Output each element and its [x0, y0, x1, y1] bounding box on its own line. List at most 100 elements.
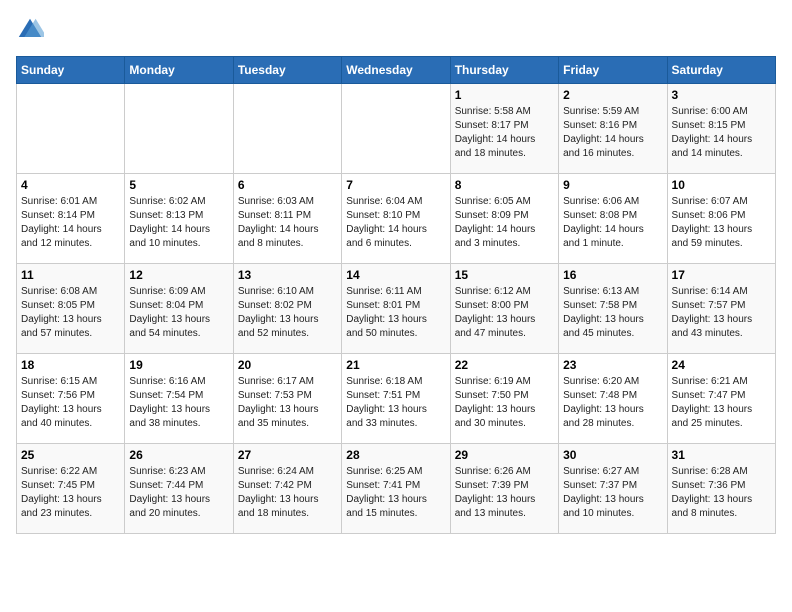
cell-content: Sunrise: 6:16 AM Sunset: 7:54 PM Dayligh… — [129, 375, 228, 431]
day-number: 31 — [672, 448, 771, 462]
cell-content: Sunrise: 6:06 AM Sunset: 8:08 PM Dayligh… — [563, 195, 662, 251]
calendar-cell: 21Sunrise: 6:18 AM Sunset: 7:51 PM Dayli… — [342, 354, 450, 444]
calendar-cell: 20 Sunrise: 6:17 AM Sunset: 7:53 PM Dayli… — [233, 354, 341, 444]
day-number: 9 — [563, 178, 662, 192]
calendar-cell: 22 Sunrise: 6:19 AM Sunset: 7:50 PM Dayli… — [450, 354, 558, 444]
day-header-friday: Friday — [559, 57, 667, 84]
day-number: 6 — [238, 178, 337, 192]
calendar-cell: 3 Sunrise: 6:00 AM Sunset: 8:15 PM Daylig… — [667, 84, 775, 174]
day-number: 11 — [21, 268, 120, 282]
calendar-cell: 6 Sunrise: 6:03 AM Sunset: 8:11 PM Daylig… — [233, 174, 341, 264]
calendar-cell — [17, 84, 125, 174]
cell-content: Sunrise: 6:04 AM Sunset: 8:10 PM Dayligh… — [346, 195, 445, 251]
day-number: 16 — [563, 268, 662, 282]
day-number: 23 — [563, 358, 662, 372]
calendar-cell: 27 Sunrise: 6:24 AM Sunset: 7:42 PM Dayli… — [233, 444, 341, 534]
calendar-cell: 18 Sunrise: 6:15 AM Sunset: 7:56 PM Dayli… — [17, 354, 125, 444]
cell-content: Sunrise: 6:21 AM Sunset: 7:47 PM Dayligh… — [672, 375, 771, 431]
cell-content: Sunrise: 6:03 AM Sunset: 8:11 PM Dayligh… — [238, 195, 337, 251]
day-header-thursday: Thursday — [450, 57, 558, 84]
cell-content: Sunrise: 6:27 AM Sunset: 7:37 PM Dayligh… — [563, 465, 662, 521]
logo-icon — [16, 16, 44, 44]
cell-content: Sunrise: 6:24 AM Sunset: 7:42 PM Dayligh… — [238, 465, 337, 521]
logo — [16, 16, 48, 44]
day-number: 30 — [563, 448, 662, 462]
day-number: 13 — [238, 268, 337, 282]
cell-content: Sunrise: 6:25 AM Sunset: 7:41 PM Dayligh… — [346, 465, 445, 521]
cell-content: Sunrise: 6:20 AM Sunset: 7:48 PM Dayligh… — [563, 375, 662, 431]
calendar-cell: 2 Sunrise: 5:59 AM Sunset: 8:16 PM Daylig… — [559, 84, 667, 174]
calendar-cell: 16 Sunrise: 6:13 AM Sunset: 7:58 PM Dayli… — [559, 264, 667, 354]
cell-content: Sunrise: 6:13 AM Sunset: 7:58 PM Dayligh… — [563, 285, 662, 341]
cell-content: Sunrise: 6:19 AM Sunset: 7:50 PM Dayligh… — [455, 375, 554, 431]
day-number: 22 — [455, 358, 554, 372]
day-number: 8 — [455, 178, 554, 192]
calendar-cell: 5 Sunrise: 6:02 AM Sunset: 8:13 PM Daylig… — [125, 174, 233, 264]
cell-content: Sunrise: 6:26 AM Sunset: 7:39 PM Dayligh… — [455, 465, 554, 521]
day-header-monday: Monday — [125, 57, 233, 84]
calendar-header-row: SundayMondayTuesdayWednesdayThursdayFrid… — [17, 57, 776, 84]
calendar-cell: 23 Sunrise: 6:20 AM Sunset: 7:48 PM Dayli… — [559, 354, 667, 444]
day-number: 7 — [346, 178, 445, 192]
calendar-cell: 28Sunrise: 6:25 AM Sunset: 7:41 PM Dayli… — [342, 444, 450, 534]
calendar-cell: 11 Sunrise: 6:08 AM Sunset: 8:05 PM Dayli… — [17, 264, 125, 354]
day-number: 29 — [455, 448, 554, 462]
calendar-cell: 14 Sunrise: 6:11 AM Sunset: 8:01 PM Dayli… — [342, 264, 450, 354]
day-header-wednesday: Wednesday — [342, 57, 450, 84]
calendar-cell: 7 Sunrise: 6:04 AM Sunset: 8:10 PM Daylig… — [342, 174, 450, 264]
day-number: 5 — [129, 178, 228, 192]
day-number: 1 — [455, 88, 554, 102]
cell-content: Sunrise: 6:17 AM Sunset: 7:53 PM Dayligh… — [238, 375, 337, 431]
cell-content: Sunrise: 6:15 AM Sunset: 7:56 PM Dayligh… — [21, 375, 120, 431]
day-header-tuesday: Tuesday — [233, 57, 341, 84]
cell-content: Sunrise: 6:08 AM Sunset: 8:05 PM Dayligh… — [21, 285, 120, 341]
calendar-cell: 26 Sunrise: 6:23 AM Sunset: 7:44 PM Dayli… — [125, 444, 233, 534]
calendar-cell: 19 Sunrise: 6:16 AM Sunset: 7:54 PM Dayli… — [125, 354, 233, 444]
cell-content: Sunrise: 6:23 AM Sunset: 7:44 PM Dayligh… — [129, 465, 228, 521]
calendar-week-row: 11 Sunrise: 6:08 AM Sunset: 8:05 PM Dayli… — [17, 264, 776, 354]
day-number: 24 — [672, 358, 771, 372]
cell-content: Sunrise: 6:28 AM Sunset: 7:36 PM Dayligh… — [672, 465, 771, 521]
calendar-cell: 12Sunrise: 6:09 AM Sunset: 8:04 PM Dayli… — [125, 264, 233, 354]
calendar-week-row: 25 Sunrise: 6:22 AM Sunset: 7:45 PM Dayli… — [17, 444, 776, 534]
day-number: 18 — [21, 358, 120, 372]
cell-content: Sunrise: 6:18 AM Sunset: 7:51 PM Dayligh… — [346, 375, 445, 431]
calendar-cell: 15 Sunrise: 6:12 AM Sunset: 8:00 PM Dayli… — [450, 264, 558, 354]
page-header — [16, 16, 776, 44]
day-number: 15 — [455, 268, 554, 282]
day-header-sunday: Sunday — [17, 57, 125, 84]
day-number: 25 — [21, 448, 120, 462]
calendar-cell: 24 Sunrise: 6:21 AM Sunset: 7:47 PM Dayli… — [667, 354, 775, 444]
cell-content: Sunrise: 5:58 AM Sunset: 8:17 PM Dayligh… — [455, 105, 554, 161]
calendar-cell: 30 Sunrise: 6:27 AM Sunset: 7:37 PM Dayli… — [559, 444, 667, 534]
calendar-cell: 13Sunrise: 6:10 AM Sunset: 8:02 PM Dayli… — [233, 264, 341, 354]
cell-content: Sunrise: 6:11 AM Sunset: 8:01 PM Dayligh… — [346, 285, 445, 341]
calendar-cell: 9 Sunrise: 6:06 AM Sunset: 8:08 PM Daylig… — [559, 174, 667, 264]
calendar-cell — [125, 84, 233, 174]
day-header-saturday: Saturday — [667, 57, 775, 84]
cell-content: Sunrise: 6:01 AM Sunset: 8:14 PM Dayligh… — [21, 195, 120, 251]
cell-content: Sunrise: 6:00 AM Sunset: 8:15 PM Dayligh… — [672, 105, 771, 161]
day-number: 20 — [238, 358, 337, 372]
day-number: 17 — [672, 268, 771, 282]
calendar-cell: 25 Sunrise: 6:22 AM Sunset: 7:45 PM Dayli… — [17, 444, 125, 534]
cell-content: Sunrise: 6:02 AM Sunset: 8:13 PM Dayligh… — [129, 195, 228, 251]
calendar-cell: 8Sunrise: 6:05 AM Sunset: 8:09 PM Daylig… — [450, 174, 558, 264]
day-number: 3 — [672, 88, 771, 102]
day-number: 27 — [238, 448, 337, 462]
calendar-week-row: 18 Sunrise: 6:15 AM Sunset: 7:56 PM Dayli… — [17, 354, 776, 444]
cell-content: Sunrise: 6:14 AM Sunset: 7:57 PM Dayligh… — [672, 285, 771, 341]
day-number: 12 — [129, 268, 228, 282]
calendar-week-row: 4Sunrise: 6:01 AM Sunset: 8:14 PM Daylig… — [17, 174, 776, 264]
day-number: 19 — [129, 358, 228, 372]
cell-content: Sunrise: 5:59 AM Sunset: 8:16 PM Dayligh… — [563, 105, 662, 161]
calendar-table: SundayMondayTuesdayWednesdayThursdayFrid… — [16, 56, 776, 534]
calendar-cell — [233, 84, 341, 174]
day-number: 14 — [346, 268, 445, 282]
cell-content: Sunrise: 6:22 AM Sunset: 7:45 PM Dayligh… — [21, 465, 120, 521]
day-number: 2 — [563, 88, 662, 102]
cell-content: Sunrise: 6:12 AM Sunset: 8:00 PM Dayligh… — [455, 285, 554, 341]
day-number: 26 — [129, 448, 228, 462]
day-number: 10 — [672, 178, 771, 192]
calendar-cell: 17 Sunrise: 6:14 AM Sunset: 7:57 PM Dayli… — [667, 264, 775, 354]
